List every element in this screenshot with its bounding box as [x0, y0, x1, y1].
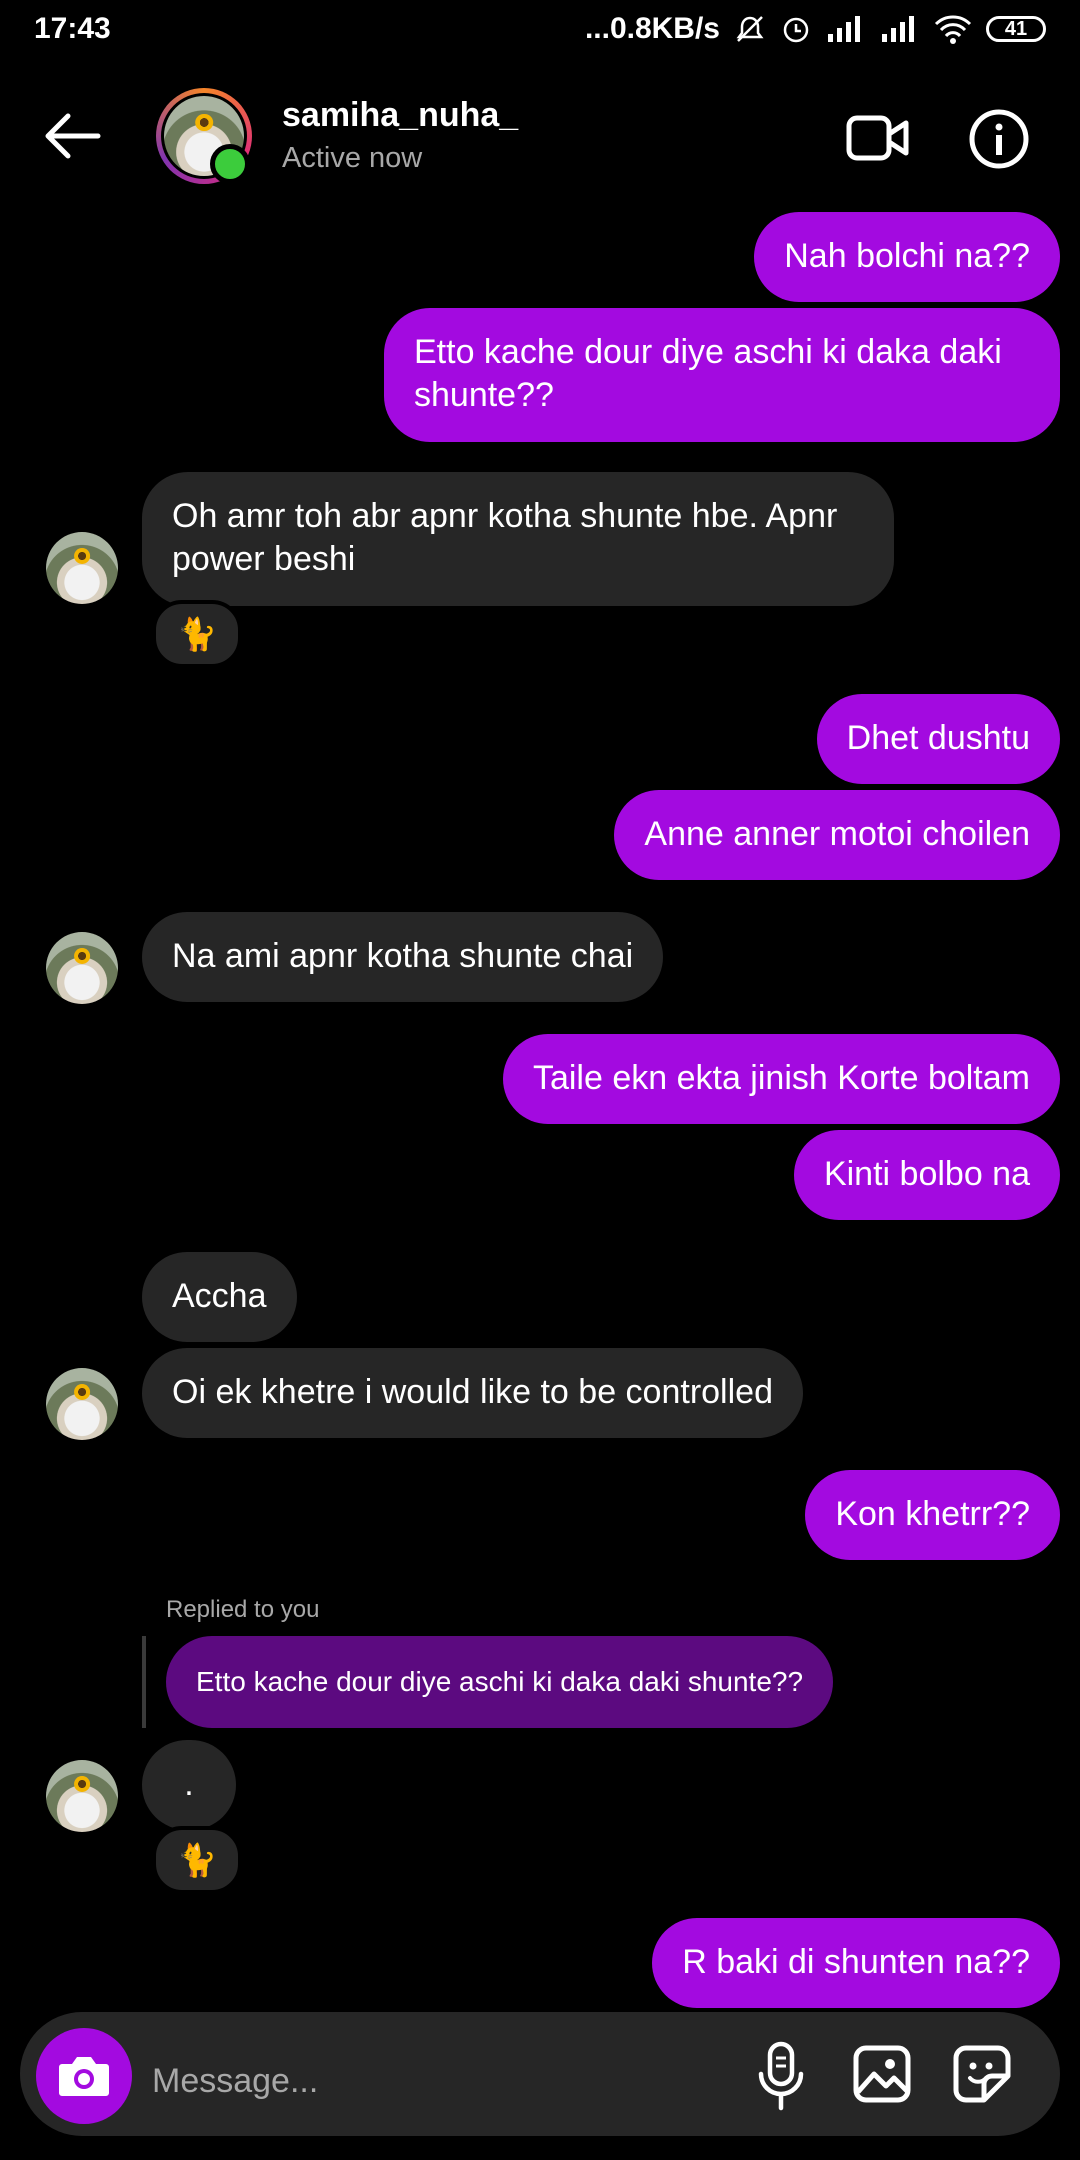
sent-message[interactable]: Anne anner motoi choilen — [614, 790, 1060, 880]
message-reaction[interactable]: 🐈 — [152, 600, 242, 668]
sticker-icon — [953, 2045, 1011, 2103]
camera-icon — [59, 2057, 109, 2096]
microphone-button[interactable] — [756, 2040, 806, 2112]
status-time: 17:43 — [34, 12, 111, 45]
sticker-button[interactable] — [952, 2044, 1012, 2104]
sent-message[interactable]: Kon khetrr?? — [805, 1470, 1060, 1560]
sent-message[interactable]: R baki di shunten na?? — [652, 1918, 1060, 2008]
alarm-icon — [783, 17, 809, 43]
signal-icon-2 — [882, 16, 914, 42]
gallery-button[interactable] — [852, 2044, 912, 2104]
wifi-icon — [934, 15, 972, 44]
sent-message[interactable]: Nah bolchi na?? — [754, 212, 1060, 302]
video-call-button[interactable] — [846, 108, 910, 168]
quoted-message[interactable]: Etto kache dour diye aschi ki daka daki … — [166, 1636, 834, 1728]
camera-button[interactable] — [36, 2028, 132, 2124]
mute-icon — [736, 16, 764, 42]
received-message[interactable]: Oi ek khetre i would like to be controll… — [142, 1348, 803, 1438]
back-button[interactable] — [40, 108, 104, 164]
received-message[interactable]: Accha — [142, 1252, 297, 1342]
received-message[interactable]: . — [142, 1740, 236, 1830]
sent-message[interactable]: Etto kache dour diye aschi ki daka daki … — [384, 308, 1060, 442]
sender-avatar[interactable] — [46, 932, 118, 1004]
message-input[interactable] — [150, 2040, 714, 2122]
active-status: Active now — [282, 142, 423, 174]
online-indicator — [210, 144, 250, 184]
sender-avatar[interactable] — [46, 532, 118, 604]
network-speed: ...0.8KB/s — [584, 12, 720, 45]
reply-quote-bar — [142, 1636, 146, 1728]
reply-label: Replied to you — [166, 1596, 320, 1623]
microphone-icon — [758, 2041, 804, 2111]
back-arrow-icon — [45, 113, 101, 159]
signal-icon — [828, 16, 860, 42]
sent-message[interactable]: Taile ekn ekta jinish Korte boltam — [502, 1034, 1060, 1124]
sender-avatar[interactable] — [46, 1368, 118, 1440]
image-icon — [853, 2045, 911, 2103]
username[interactable]: samiha_nuha_ — [282, 96, 518, 135]
battery-indicator: 41 — [986, 16, 1046, 42]
message-reaction[interactable]: 🐈 — [152, 1826, 242, 1894]
status-icons: ...0.8KB/s 41 — [585, 12, 1046, 46]
info-icon — [969, 109, 1029, 169]
info-button[interactable] — [968, 108, 1030, 170]
received-message[interactable]: Oh amr toh abr apnr kotha shunte hbe. Ap… — [142, 472, 894, 606]
received-message[interactable]: Na ami apnr kotha shunte chai — [142, 912, 664, 1002]
sender-avatar[interactable] — [46, 1760, 118, 1832]
sent-message[interactable]: Dhet dushtu — [816, 694, 1060, 784]
sent-message[interactable]: Kinti bolbo na — [793, 1130, 1060, 1220]
video-camera-icon — [846, 115, 909, 161]
